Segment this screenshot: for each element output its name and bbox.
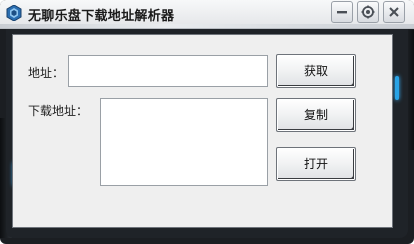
title-bar-accent xyxy=(0,24,414,28)
download-address-output[interactable] xyxy=(100,98,268,186)
download-address-label: 下载地址： xyxy=(28,104,89,118)
address-input[interactable] xyxy=(68,55,268,87)
title-bar[interactable]: 无聊乐盘下载地址解析器 xyxy=(0,0,414,29)
frame-glow-right xyxy=(395,76,399,100)
app-logo-icon xyxy=(6,4,22,22)
address-label: 地址： xyxy=(28,66,65,80)
app-window: 无聊乐盘下载地址解析器 地址： 下载地址： 获取 复制 打开 xyxy=(0,0,414,244)
copy-button[interactable]: 复制 xyxy=(276,98,356,132)
settings-button[interactable] xyxy=(357,1,379,23)
gear-icon xyxy=(361,5,375,19)
minimize-icon xyxy=(337,11,347,14)
close-icon xyxy=(389,7,399,17)
window-title: 无聊乐盘下载地址解析器 xyxy=(28,9,175,24)
close-button[interactable] xyxy=(383,1,405,23)
fetch-button[interactable]: 获取 xyxy=(276,54,356,88)
open-button[interactable]: 打开 xyxy=(276,147,356,181)
minimize-button[interactable] xyxy=(331,1,353,23)
